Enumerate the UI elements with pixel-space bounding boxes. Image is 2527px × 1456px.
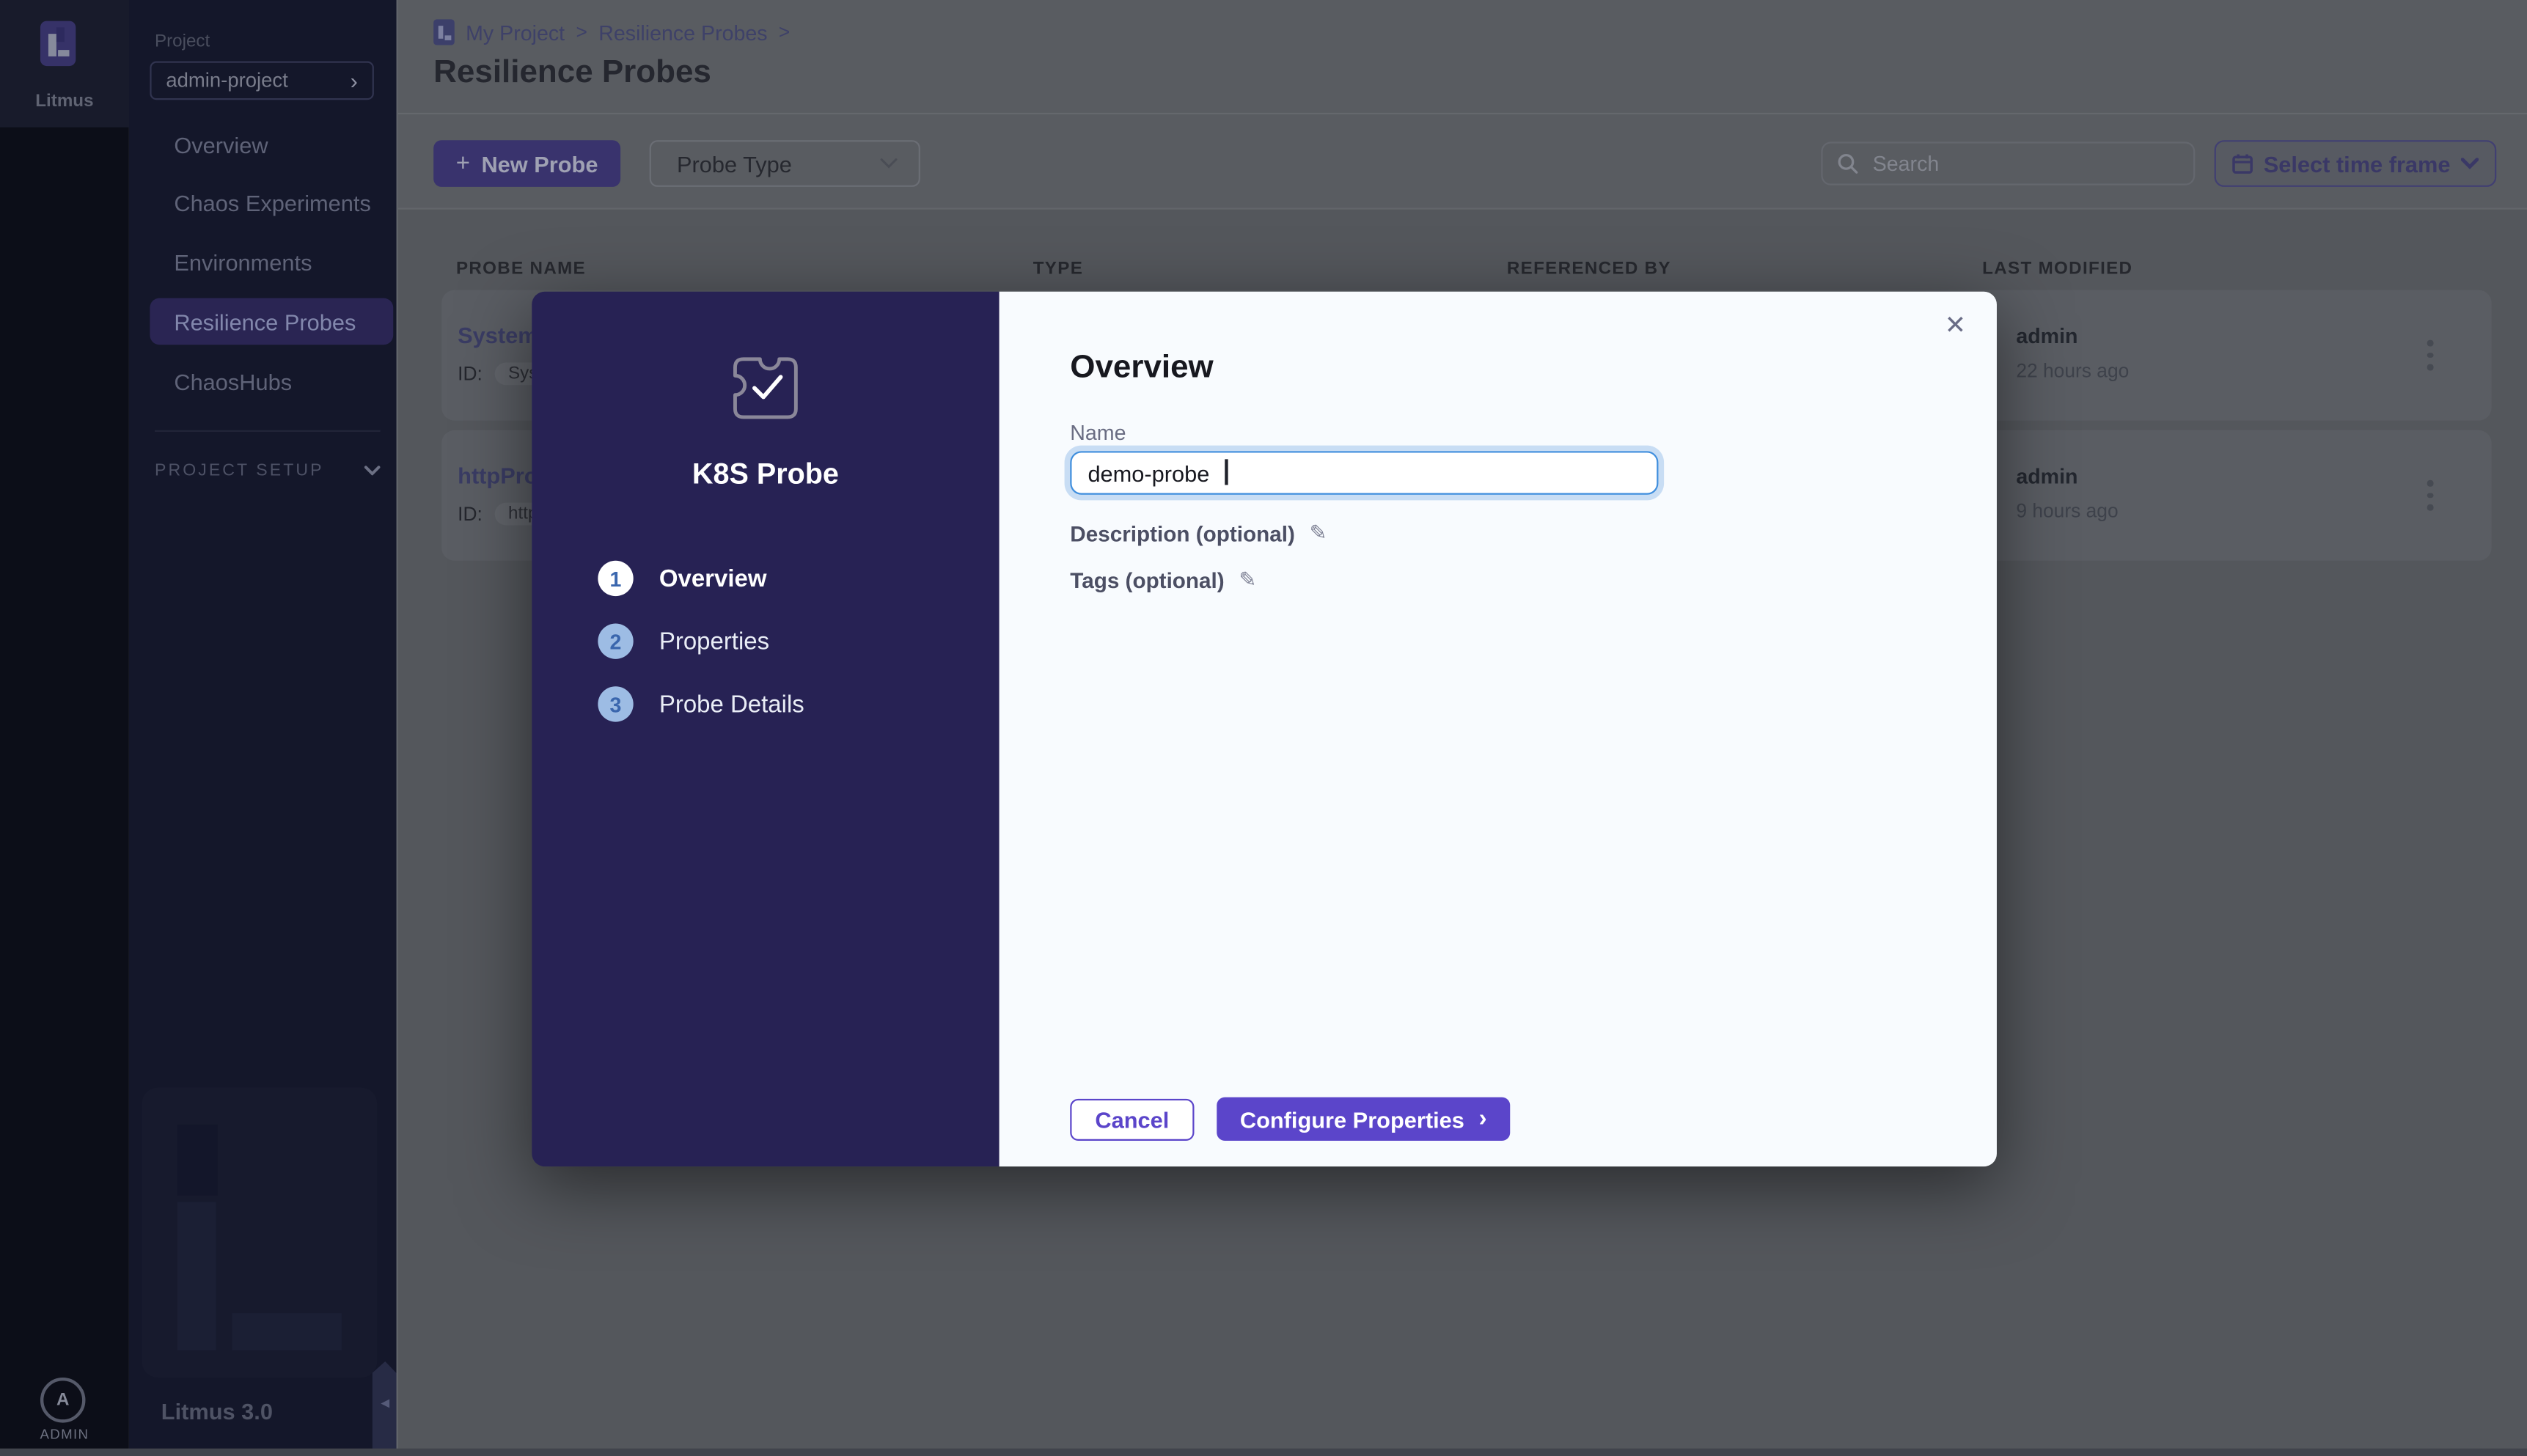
breadcrumb-separator: > [779, 21, 790, 44]
probe-name-link[interactable]: httpPro [458, 463, 538, 488]
step-label: Probe Details [659, 691, 804, 718]
close-icon[interactable]: ✕ [1945, 309, 1966, 342]
sidebar-promo-card [142, 1087, 377, 1378]
project-selector-value: admin-project [166, 70, 287, 92]
sidebar-item-chaos-experiments[interactable]: Chaos Experiments [129, 172, 397, 232]
column-header-probe-name: PROBE NAME [456, 260, 586, 279]
sidebar-collapse-button[interactable]: ◀ [373, 1361, 398, 1456]
modified-ago: 9 hours ago [2016, 499, 2118, 522]
project-selector[interactable]: admin-project › [150, 62, 373, 100]
step-label: Properties [659, 628, 769, 655]
sidebar-rail: Litmus A ADMIN [0, 0, 129, 1456]
modal-wizard-panel: K8S Probe 1 Overview 2 Properties 3 Prob… [532, 292, 999, 1166]
probe-type-dropdown[interactable]: Probe Type [650, 140, 920, 187]
column-header-referenced-by: REFERENCED BY [1507, 260, 1671, 279]
nav-divider [155, 430, 381, 432]
chevron-down-icon [2462, 158, 2479, 169]
step-number: 2 [598, 624, 633, 659]
column-header-last-modified: LAST MODIFIED [1982, 260, 2132, 279]
puzzle-check-icon [727, 350, 804, 424]
edit-pencil-icon[interactable]: ✎ [1310, 521, 1327, 546]
user-role-label: ADMIN [0, 1426, 129, 1442]
page-title: Resilience Probes [433, 55, 711, 92]
tags-field-row: Tags (optional) ✎ [1070, 567, 1256, 593]
description-field-row: Description (optional) ✎ [1070, 521, 1327, 546]
project-setup-toggle[interactable]: PROJECT SETUP [155, 461, 381, 480]
page-header: My Project > Resilience Probes > Resilie… [398, 0, 2527, 114]
text-caret [1225, 459, 1227, 485]
sidebar-item-environments[interactable]: Environments [129, 232, 397, 291]
wizard-step-properties[interactable]: 2 Properties [598, 624, 769, 659]
create-probe-modal: K8S Probe 1 Overview 2 Properties 3 Prob… [532, 292, 1997, 1166]
modal-heading: Overview [1070, 350, 1213, 387]
name-field-wrap [1070, 451, 1658, 494]
sidebar-item-overview[interactable]: Overview [129, 114, 397, 174]
breadcrumb-separator: > [576, 21, 587, 44]
modified-by: admin [2016, 464, 2077, 488]
edit-pencil-icon[interactable]: ✎ [1239, 567, 1256, 593]
search-input[interactable] [1869, 150, 2165, 177]
search-box [1821, 141, 2195, 185]
step-number: 1 [598, 561, 633, 596]
modal-form-panel: ✕ Overview Name Description (optional) ✎… [1000, 292, 1997, 1166]
sidebar-nav: Project admin-project › Overview Chaos E… [129, 0, 397, 1456]
breadcrumb-my-project[interactable]: My Project [466, 20, 565, 44]
cancel-button[interactable]: Cancel [1070, 1099, 1194, 1141]
column-header-type: TYPE [1033, 260, 1083, 279]
wizard-title: K8S Probe [532, 457, 999, 491]
name-input[interactable] [1070, 451, 1658, 494]
chevron-down-icon [364, 466, 381, 475]
project-setup-label: PROJECT SETUP [155, 461, 324, 480]
row-menu-button[interactable] [2427, 480, 2433, 510]
description-label: Description (optional) [1070, 521, 1295, 545]
step-label: Overview [659, 565, 767, 592]
chevron-right-icon: › [351, 70, 358, 92]
breadcrumb-resilience-probes[interactable]: Resilience Probes [598, 20, 767, 44]
configure-properties-button[interactable]: Configure Properties › [1217, 1097, 1510, 1141]
modified-ago: 22 hours ago [2016, 359, 2129, 382]
probe-name-link[interactable]: System [458, 323, 538, 348]
search-icon [1837, 153, 1858, 174]
breadcrumb: My Project > Resilience Probes > [433, 19, 790, 45]
user-avatar[interactable]: A [40, 1378, 86, 1423]
toolbar: + New Probe Probe Type [398, 114, 2527, 210]
step-number: 3 [598, 686, 633, 721]
chevron-down-icon [880, 158, 898, 169]
horizontal-scrollbar[interactable] [0, 1449, 2527, 1456]
time-frame-button[interactable]: Select time frame [2215, 140, 2497, 187]
calendar-icon [2231, 153, 2253, 174]
wizard-step-overview[interactable]: 1 Overview [598, 561, 766, 596]
logo-cell: Litmus [0, 0, 129, 128]
collapse-icon: ◀ [381, 1397, 389, 1410]
new-probe-button[interactable]: + New Probe [433, 140, 620, 187]
plus-icon: + [456, 150, 470, 177]
sidebar-item-resilience-probes[interactable]: Resilience Probes [129, 292, 397, 351]
project-label: Project [155, 32, 210, 51]
row-menu-button[interactable] [2427, 340, 2433, 370]
app-version: Litmus 3.0 [161, 1399, 273, 1424]
litmus-logo-icon[interactable] [40, 21, 76, 67]
wizard-step-probe-details[interactable]: 3 Probe Details [598, 686, 804, 721]
litmus-app: Litmus A ADMIN Project admin-project › O… [0, 0, 2527, 1456]
modified-by: admin [2016, 324, 2077, 348]
sidebar-item-chaoshubs[interactable]: ChaosHubs [129, 351, 397, 411]
chevron-right-icon: › [1479, 1107, 1487, 1131]
breadcrumb-logo-icon [433, 19, 455, 45]
logo-caption: Litmus [0, 92, 129, 111]
name-label: Name [1070, 421, 1126, 445]
tags-label: Tags (optional) [1070, 568, 1224, 592]
